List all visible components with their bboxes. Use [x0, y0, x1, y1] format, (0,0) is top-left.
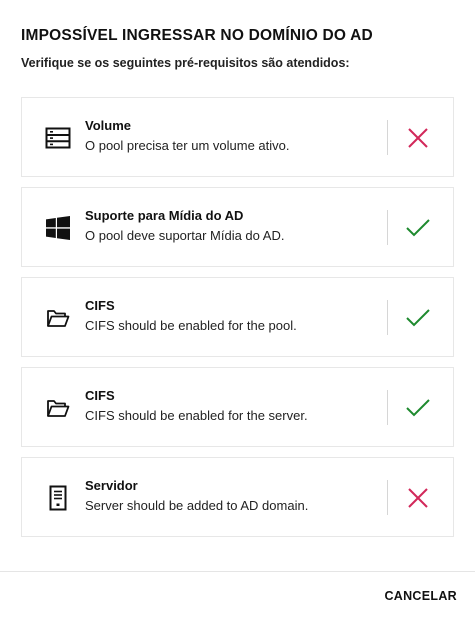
- requirement-description: O pool precisa ter um volume ativo.: [85, 138, 290, 153]
- windows-logo-icon: [45, 215, 71, 241]
- requirement-description: O pool deve suportar Mídia do AD.: [85, 228, 285, 243]
- requirement-card-ad-media-support: Suporte para Mídia do AD O pool deve sup…: [21, 187, 454, 267]
- divider: [387, 480, 388, 515]
- requirement-text: CIFS CIFS should be enabled for the serv…: [85, 388, 375, 424]
- divider: [387, 390, 388, 425]
- requirement-name: CIFS: [85, 298, 115, 313]
- folder-open-icon: [45, 305, 71, 331]
- server-icon: [45, 485, 71, 511]
- requirement-card-server: Servidor Server should be added to AD do…: [21, 457, 454, 537]
- ad-join-dialog: IMPOSSÍVEL INGRESSAR NO DOMÍNIO DO AD Ve…: [0, 0, 475, 618]
- requirement-text: Suporte para Mídia do AD O pool deve sup…: [85, 208, 375, 244]
- dialog-title: IMPOSSÍVEL INGRESSAR NO DOMÍNIO DO AD: [21, 27, 373, 44]
- requirement-description: CIFS should be enabled for the pool.: [85, 318, 297, 333]
- status-passed-icon: [404, 394, 432, 422]
- requirements-list: Volume O pool precisa ter um volume ativ…: [21, 97, 454, 547]
- status-failed-icon: [404, 484, 432, 512]
- requirement-description: CIFS should be enabled for the server.: [85, 408, 308, 423]
- requirement-name: CIFS: [85, 388, 115, 403]
- status-passed-icon: [404, 304, 432, 332]
- divider: [387, 300, 388, 335]
- divider: [387, 120, 388, 155]
- requirement-description: Server should be added to AD domain.: [85, 498, 309, 513]
- requirement-name: Suporte para Mídia do AD: [85, 208, 244, 223]
- status-passed-icon: [404, 214, 432, 242]
- folder-open-icon: [45, 395, 71, 421]
- cancel-button[interactable]: CANCELAR: [384, 589, 457, 603]
- requirement-text: Servidor Server should be added to AD do…: [85, 478, 375, 514]
- divider: [387, 210, 388, 245]
- status-failed-icon: [404, 124, 432, 152]
- requirement-text: Volume O pool precisa ter um volume ativ…: [85, 118, 375, 154]
- requirement-text: CIFS CIFS should be enabled for the pool…: [85, 298, 375, 334]
- storage-volume-icon: [45, 125, 71, 151]
- footer-divider: [0, 571, 475, 572]
- requirement-card-cifs-server: CIFS CIFS should be enabled for the serv…: [21, 367, 454, 447]
- dialog-subtitle: Verifique se os seguintes pré-requisitos…: [21, 56, 350, 70]
- requirement-card-cifs-pool: CIFS CIFS should be enabled for the pool…: [21, 277, 454, 357]
- requirement-card-volume: Volume O pool precisa ter um volume ativ…: [21, 97, 454, 177]
- requirement-name: Servidor: [85, 478, 138, 493]
- requirement-name: Volume: [85, 118, 131, 133]
